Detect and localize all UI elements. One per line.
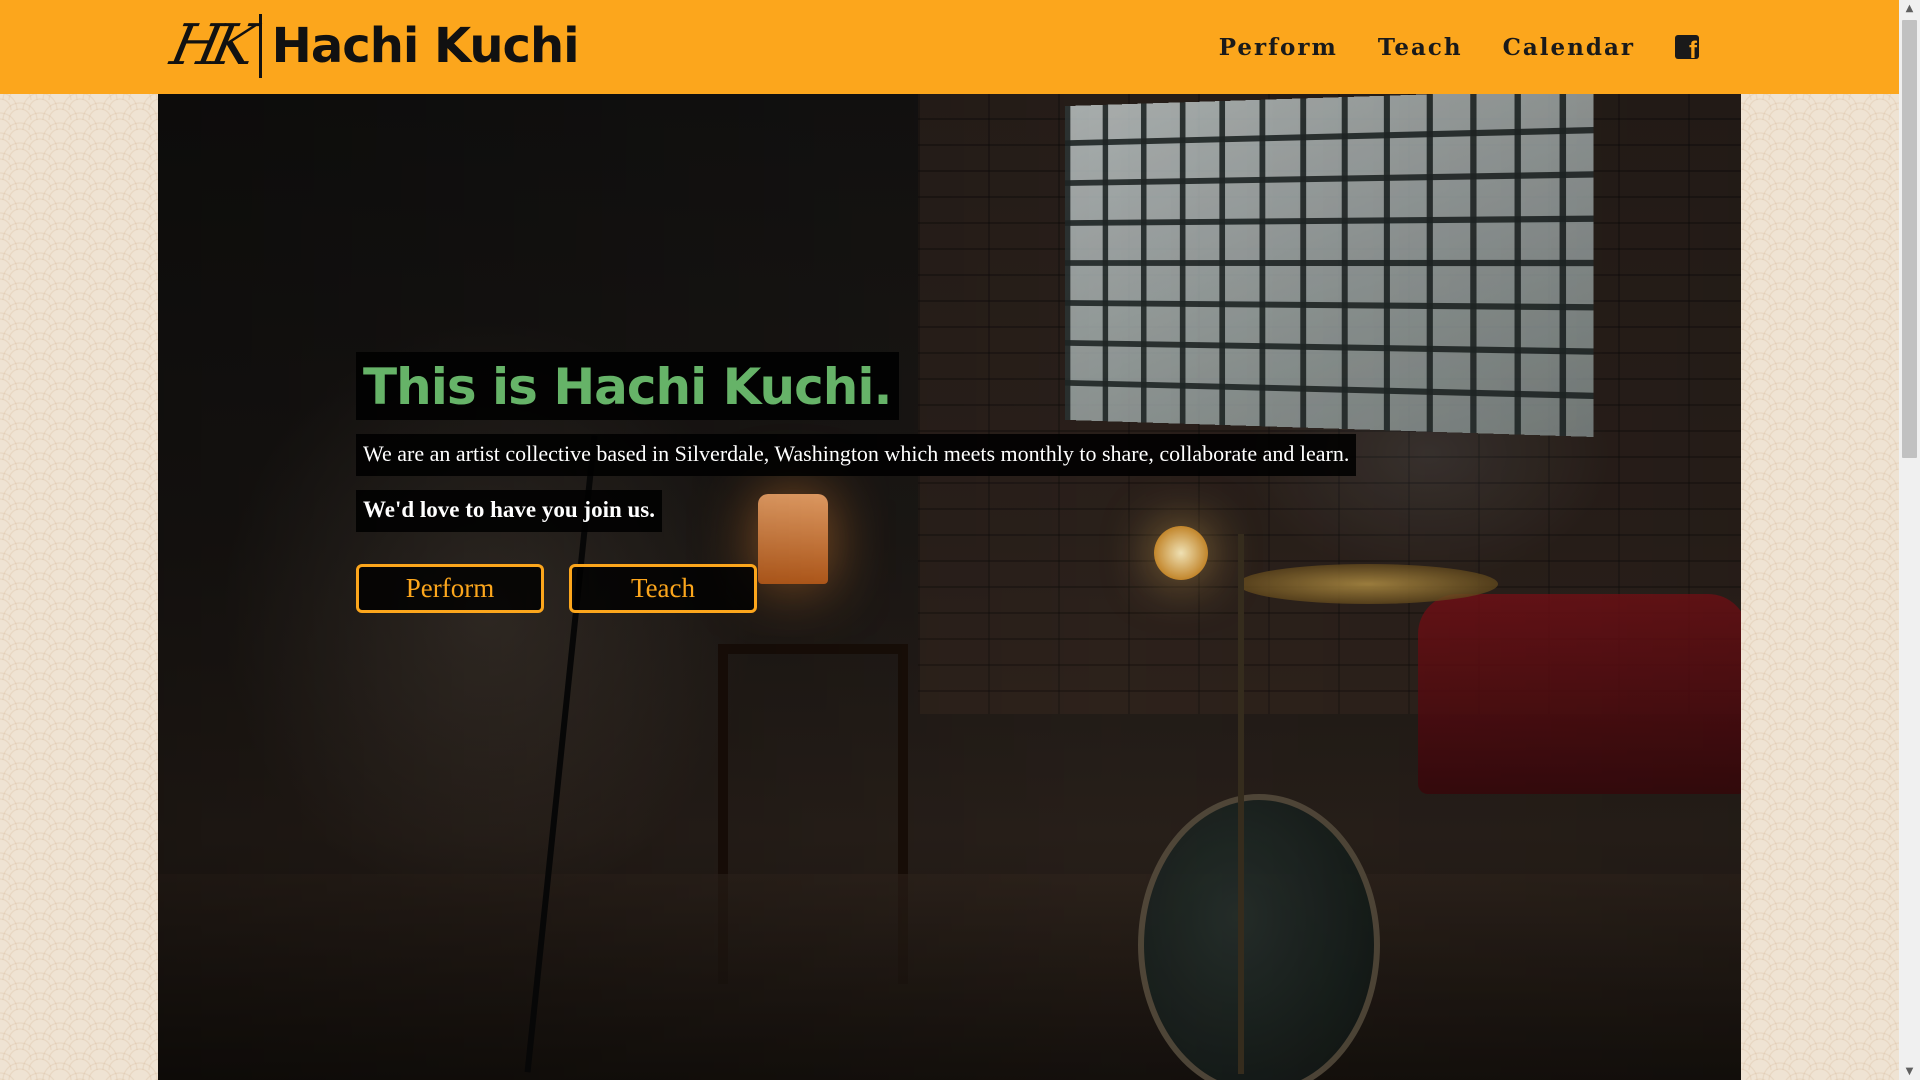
brand-name: Hachi Kuchi — [271, 18, 580, 74]
hero-button-row: Perform Teach — [356, 564, 1356, 613]
perform-button[interactable]: Perform — [356, 564, 544, 613]
scroll-up-arrow-icon[interactable]: ▲ — [1899, 0, 1920, 17]
hero-title: This is Hachi Kuchi. — [356, 352, 899, 420]
brand-monogram: HK — [165, 13, 254, 78]
nav-link-teach[interactable]: Teach — [1378, 34, 1463, 61]
vertical-scrollbar[interactable]: ▲ ▼ — [1899, 0, 1920, 1080]
scrollbar-thumb[interactable] — [1902, 20, 1917, 458]
main-nav: Perform Teach Calendar — [1219, 0, 1699, 94]
brand-logo[interactable]: HK Hachi Kuchi — [165, 12, 580, 80]
hero-banner: This is Hachi Kuchi. We are an artist co… — [158, 94, 1741, 1080]
hero-invite: We'd love to have you join us. — [356, 490, 663, 532]
nav-link-perform[interactable]: Perform — [1219, 34, 1338, 61]
scroll-down-arrow-icon[interactable]: ▼ — [1899, 1063, 1920, 1080]
hero-content: This is Hachi Kuchi. We are an artist co… — [356, 352, 1357, 613]
top-navbar: HK Hachi Kuchi Perform Teach Calendar — [0, 0, 1899, 94]
teach-button[interactable]: Teach — [569, 564, 757, 613]
hero-description: We are an artist collective based in Sil… — [356, 434, 1357, 476]
nav-link-calendar[interactable]: Calendar — [1503, 34, 1635, 61]
facebook-icon[interactable] — [1675, 35, 1699, 63]
